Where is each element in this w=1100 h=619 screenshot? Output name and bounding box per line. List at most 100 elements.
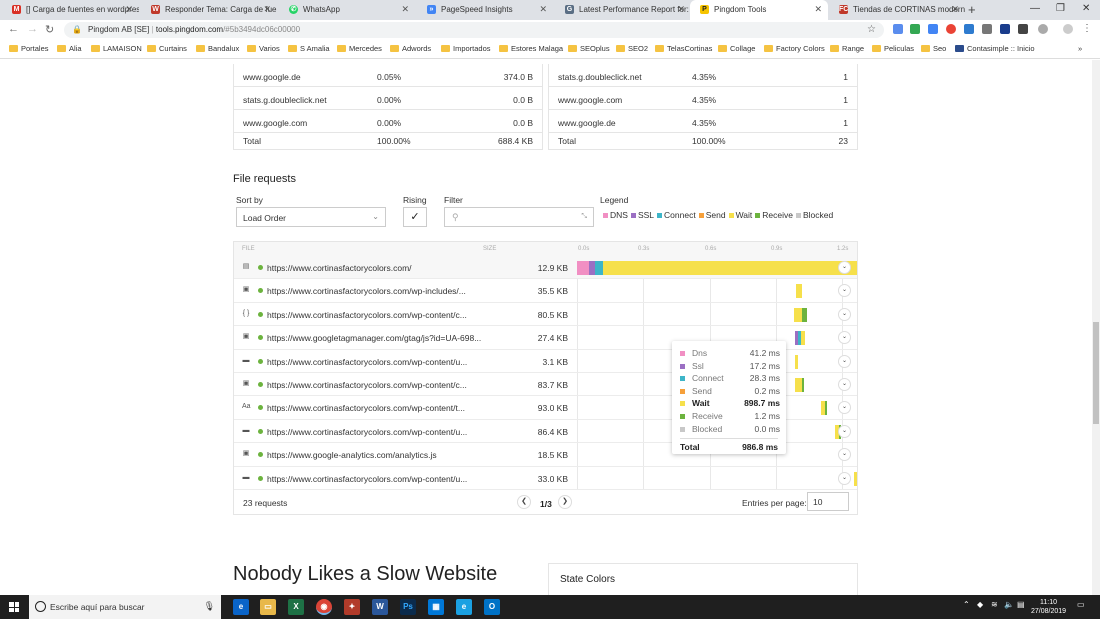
expand-row-button[interactable]: ⌄ (838, 471, 851, 485)
bookmark-folder[interactable]: Varios (247, 44, 280, 53)
expand-row-button[interactable]: ⌄ (838, 331, 851, 345)
bookmark-folder[interactable]: Adwords (390, 44, 431, 53)
browser-tab-gtmetrix[interactable]: G Latest Performance Report for: h ✕ (555, 0, 691, 20)
expand-row-button[interactable]: ⌄ (838, 284, 851, 298)
bookmark-folder[interactable]: TelasCortinas (655, 44, 712, 53)
bookmark-folder[interactable]: Collage (718, 44, 755, 53)
tray-up-arrow-icon[interactable]: ⌃ (963, 600, 970, 609)
bookmark-folder[interactable]: SEOplus (568, 44, 610, 53)
timing-value: 41.2 ms (749, 348, 780, 358)
bookmark-folder[interactable]: Alia (57, 44, 82, 53)
request-row[interactable]: { } https://www.cortinasfactorycolors.com… (234, 303, 857, 327)
close-icon[interactable]: ✕ (951, 4, 959, 15)
extension-icon[interactable] (910, 24, 920, 34)
bookmark-folder[interactable]: Importados (441, 44, 491, 53)
expand-row-button[interactable]: ⌄ (838, 261, 851, 274)
close-icon[interactable]: ✕ (125, 4, 133, 15)
extension-icon[interactable] (1038, 24, 1048, 34)
prev-page-button[interactable]: ❮ (517, 495, 531, 509)
page-scrollbar[interactable] (1092, 60, 1100, 595)
browser-menu-icon[interactable]: ⋮ (1082, 24, 1092, 34)
network-icon[interactable]: ≋ (991, 600, 998, 609)
close-icon[interactable]: ✕ (677, 4, 685, 15)
browser-tab-pagespeed[interactable]: » PageSpeed Insights ✕ (417, 0, 553, 20)
outlook-icon[interactable]: O (484, 599, 500, 615)
new-tab-button[interactable]: + (968, 2, 976, 17)
bookmark-folder[interactable]: Bandalux (196, 44, 239, 53)
browser-tab-gmail[interactable]: M [] Carga de fuentes en wordpres ✕ (2, 0, 139, 20)
close-window-button[interactable]: ✕ (1082, 3, 1090, 14)
excel-icon[interactable]: X (288, 599, 304, 615)
bookmark-folder[interactable]: LAMAISON (91, 44, 142, 53)
maximize-button[interactable]: ❐ (1056, 3, 1065, 14)
entries-per-page-input[interactable]: 10 (807, 492, 849, 511)
windows-start-icon[interactable] (9, 602, 19, 612)
edge-icon[interactable]: e (233, 599, 249, 615)
bookmark-folder[interactable]: Range (830, 44, 864, 53)
file-explorer-icon[interactable]: ▭ (260, 599, 276, 615)
bookmark-folder[interactable]: Peliculas (872, 44, 914, 53)
expand-row-button[interactable]: ⌄ (838, 354, 851, 368)
request-url: https://www.googletagmanager.com/gtag/js… (267, 333, 482, 344)
extension-icon[interactable] (1018, 24, 1028, 34)
language-icon[interactable]: ▤ (1017, 600, 1025, 609)
notifications-icon[interactable]: ▭ (1077, 600, 1085, 609)
address-input[interactable]: 🔒 Pingdom AB [SE] | tools.pingdom.com/#5… (64, 22, 884, 38)
bookmark-star-icon[interactable]: ☆ (867, 24, 876, 35)
next-page-button[interactable]: ❯ (558, 495, 572, 509)
microphone-icon[interactable]: 🎙 (204, 601, 215, 612)
forward-icon[interactable]: → (27, 23, 38, 35)
close-icon[interactable]: ✕ (401, 4, 409, 15)
bookmark-folder[interactable]: S Amalia (288, 44, 330, 53)
extension-icon[interactable] (893, 24, 903, 34)
extension-icon[interactable] (1000, 24, 1010, 34)
bookmark-folder[interactable]: Seo (921, 44, 946, 53)
back-icon[interactable]: ← (8, 23, 19, 35)
close-icon[interactable]: ✕ (263, 4, 271, 15)
browser-tab-wp-forum[interactable]: W Responder Tema: Carga de fuent ✕ (141, 0, 277, 20)
word-icon[interactable]: W (372, 599, 388, 615)
extension-icon[interactable] (928, 24, 938, 34)
more-bookmarks-icon[interactable]: » (1078, 44, 1082, 53)
chrome-icon[interactable]: ◉ (316, 599, 332, 615)
expand-row-button[interactable]: ⌄ (838, 307, 851, 321)
tray-app-icon[interactable]: ◆ (977, 600, 983, 609)
paint-icon[interactable]: ✦ (344, 599, 360, 615)
browser-tab-cortinas[interactable]: FC Tiendas de CORTINAS modernas ✕ (829, 0, 965, 20)
system-clock[interactable]: 11:10 27/08/2019 (1031, 598, 1066, 616)
bookmark-folder[interactable]: Mercedes (337, 44, 382, 53)
request-row[interactable]: ▬ https://www.cortinasfactorycolors.com/w… (234, 467, 857, 490)
bookmark-folder[interactable]: Curtains (147, 44, 187, 53)
expand-row-button[interactable]: ⌄ (838, 378, 851, 391)
expand-row-button[interactable]: ⌄ (838, 401, 851, 415)
request-row[interactable]: ▣ https://www.cortinasfactorycolors.com/w… (234, 279, 857, 303)
volume-icon[interactable]: 🔈 (1004, 600, 1014, 609)
extension-icon[interactable] (946, 24, 956, 34)
bookmark-link[interactable]: Contasimple :: Inicio (955, 44, 1035, 53)
windows-store-icon[interactable]: ▦ (428, 599, 444, 615)
request-row[interactable]: ▤ https://www.cortinasfactorycolors.com/1… (234, 256, 857, 280)
extension-icon[interactable] (964, 24, 974, 34)
bookmark-folder[interactable]: Estores Malaga (499, 44, 563, 53)
close-icon[interactable]: ✕ (539, 4, 547, 15)
pagespeed-icon: » (427, 5, 436, 14)
bookmark-folder[interactable]: SEO2 (616, 44, 648, 53)
internet-explorer-icon[interactable]: e (456, 599, 472, 615)
reload-icon[interactable]: ↻ (45, 23, 54, 36)
profile-avatar[interactable] (1063, 24, 1073, 34)
browser-tab-pingdom[interactable]: P Pingdom Tools ✕ (690, 0, 828, 20)
scrollbar-thumb[interactable] (1093, 322, 1099, 424)
photoshop-icon[interactable]: Ps (400, 599, 416, 615)
expand-row-button[interactable]: ⌄ (838, 448, 851, 462)
rising-checkbox[interactable]: ✓ (403, 207, 427, 227)
browser-tab-whatsapp[interactable]: ✆ WhatsApp ✕ (279, 0, 415, 20)
bookmark-folder[interactable]: Portales (9, 44, 49, 53)
extension-icon[interactable] (982, 24, 992, 34)
expand-row-button[interactable]: ⌄ (838, 424, 851, 438)
taskbar-search-input[interactable]: Escribe aquí para buscar 🎙 (29, 595, 221, 619)
sort-select[interactable]: Load Order ⌄ (236, 207, 386, 227)
filter-input[interactable]: ⚲ ⤡ (444, 207, 594, 227)
bookmark-folder[interactable]: Factory Colors (764, 44, 825, 53)
minimize-button[interactable]: — (1030, 3, 1040, 14)
close-icon[interactable]: ✕ (814, 4, 822, 15)
